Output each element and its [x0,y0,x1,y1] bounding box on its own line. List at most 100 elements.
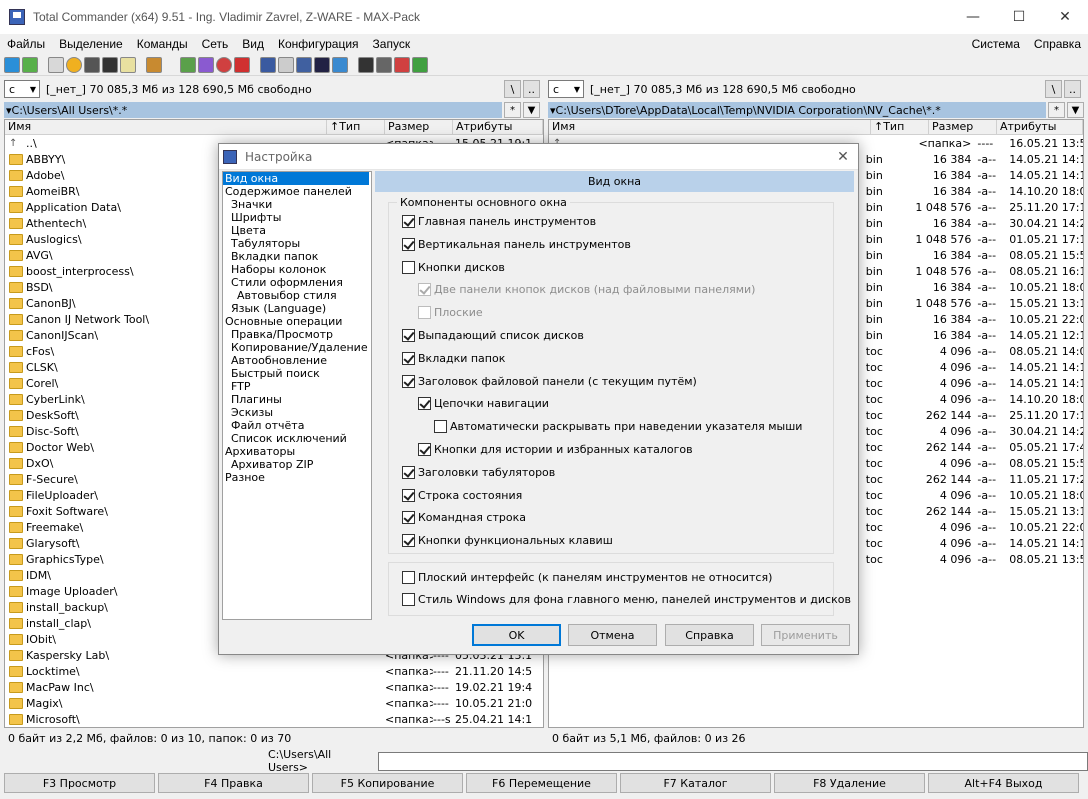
col-type[interactable]: ↑Тип [327,120,385,134]
option-checkbox[interactable]: Плоский интерфейс (к панелям инструменто… [402,571,772,584]
terminal-icon[interactable] [314,56,330,73]
tree-item[interactable]: Основные операции [223,315,371,328]
tree-item[interactable]: Вкладки папок [223,250,371,263]
left-path-bar[interactable]: ▾C:\Users\All Users\*.* [4,102,502,118]
table-row[interactable]: Magix\ <папка> ---- 10.05.21 21:0 [5,695,543,711]
tree-icon[interactable] [234,56,250,73]
tree-item[interactable]: Архиватор ZIP [223,458,371,471]
tree-item[interactable]: Шрифты [223,211,371,224]
option-checkbox[interactable]: Заголовки табуляторов [402,465,555,479]
pdf-icon[interactable] [278,56,294,73]
option-checkbox[interactable]: Плоские [418,306,483,320]
compare-icon[interactable] [296,56,312,73]
left-drive-select[interactable]: c ▼ [4,80,40,98]
tree-item[interactable]: Вид окна [223,172,369,185]
option-checkbox[interactable]: Кнопки дисков [402,260,505,274]
right-drive-select[interactable]: c ▼ [548,80,584,98]
table-row[interactable]: MacPaw Inc\ <папка> ---- 19.02.21 19:4 [5,679,543,695]
menu-commands[interactable]: Команды [130,37,195,51]
left-history-button[interactable]: ▼ [523,102,540,118]
close-button[interactable]: ✕ [1042,0,1088,34]
right-history-button[interactable]: ▼ [1067,102,1084,118]
table-row[interactable]: Locktime\ <папка> ---- 21.11.20 14:5 [5,663,543,679]
col-type[interactable]: ↑Тип [871,120,929,134]
help-button[interactable]: Справка [665,624,754,646]
command-input[interactable] [377,751,1088,771]
sysinfo-icon[interactable] [358,56,374,73]
option-checkbox[interactable]: Стиль Windows для фона главного меню, па… [402,593,851,606]
tree-item[interactable]: Эскизы [223,406,371,419]
refresh-icon[interactable] [4,56,20,73]
menu-select[interactable]: Выделение [52,37,130,51]
menu-configuration[interactable]: Конфигурация [271,37,366,51]
exit-button[interactable]: Alt+F4 Выход [928,773,1079,793]
disc-icon[interactable] [216,56,232,73]
tree-item[interactable]: Наборы колонок [223,263,371,276]
tree-item[interactable]: Правка/Просмотр [223,328,371,341]
option-checkbox[interactable]: Заголовок файловой панели (с текущим пут… [402,374,697,388]
option-checkbox[interactable]: Кнопки для истории и избранных каталогов [418,443,693,456]
menu-files[interactable]: Файлы [0,37,52,51]
tree-item[interactable]: Язык (Language) [223,302,371,315]
option-checkbox[interactable]: Автоматически раскрывать при наведении у… [434,420,802,434]
left-root-button[interactable]: \ [504,80,521,98]
option-checkbox[interactable]: Главная панель инструментов [402,215,596,228]
tree-item[interactable]: Стили оформления [223,276,371,289]
col-size[interactable]: Размер [385,120,453,134]
minimize-button[interactable]: — [950,0,996,34]
f7-mkdir-button[interactable]: F7 Каталог [620,773,771,793]
cancel-button[interactable]: Отмена [568,624,657,646]
tree-item[interactable]: Значки [223,198,371,211]
tree-item[interactable]: Табуляторы [223,237,371,250]
flag-icon[interactable] [332,56,348,73]
text-icon[interactable] [376,56,392,73]
menu-view[interactable]: Вид [235,37,271,51]
grid-icon[interactable] [48,56,64,73]
tree-item[interactable]: Разное [223,471,371,484]
col-name[interactable]: Имя [549,120,871,134]
option-checkbox[interactable]: Вертикальная панель инструментов [402,237,631,251]
right-up-button[interactable]: .. [1064,80,1081,98]
right-path-bar[interactable]: ▾C:\Users\DTore\AppData\Local\Temp\NVIDI… [548,102,1046,118]
sun-icon[interactable] [66,56,82,73]
tree-item[interactable]: Автообновление [223,354,371,367]
tree-item[interactable]: Архиваторы [223,445,371,458]
notebook-icon[interactable] [146,56,162,73]
tree-item[interactable]: Содержимое панелей [223,185,371,198]
dialog-close-button[interactable]: ✕ [828,149,858,165]
f5-copy-button[interactable]: F5 Копирование [312,773,463,793]
network-icon[interactable] [180,56,196,73]
option-checkbox[interactable]: Цепочки навигации [418,397,549,411]
maximize-button[interactable]: ☐ [996,0,1042,34]
col-attr[interactable]: Атрибуты [453,120,543,134]
col-size[interactable]: Размер [929,120,997,134]
menu-system[interactable]: Система [965,37,1027,51]
script-icon[interactable] [394,56,410,73]
option-checkbox[interactable]: Две панели кнопок дисков (над файловыми … [418,283,755,297]
upx-icon[interactable] [102,56,118,73]
tree-item[interactable]: Список исключений [223,432,371,445]
left-up-button[interactable]: .. [523,80,540,98]
7zip-icon[interactable] [84,56,100,73]
tree-item[interactable]: Цвета [223,224,371,237]
up-icon[interactable] [22,56,38,73]
tree-item[interactable]: Плагины [223,393,371,406]
tree-item[interactable]: Автовыбор стиля [223,289,371,302]
settings-tree[interactable]: Вид окна Содержимое панелей Значки Шрифты Цв… [222,171,372,620]
option-checkbox[interactable]: Командная строка [402,511,526,525]
option-checkbox[interactable]: Выпадающий список дисков [402,329,584,342]
menu-start[interactable]: Запуск [366,37,418,51]
tree-item[interactable]: Быстрый поиск [223,367,371,380]
tree-item[interactable]: FTP [223,380,371,393]
col-attr[interactable]: Атрибуты [997,120,1083,134]
option-checkbox[interactable]: Строка состояния [402,488,522,502]
right-filter-button[interactable]: * [1048,102,1065,118]
f4-edit-button[interactable]: F4 Правка [158,773,309,793]
left-filter-button[interactable]: * [504,102,521,118]
option-checkbox[interactable]: Кнопки функциональных клавиш [402,534,613,548]
f6-move-button[interactable]: F6 Перемещение [466,773,617,793]
disk-icon[interactable] [260,56,276,73]
f3-view-button[interactable]: F3 Просмотр [4,773,155,793]
option-checkbox[interactable]: Вкладки папок [402,351,505,365]
f8-delete-button[interactable]: F8 Удаление [774,773,925,793]
